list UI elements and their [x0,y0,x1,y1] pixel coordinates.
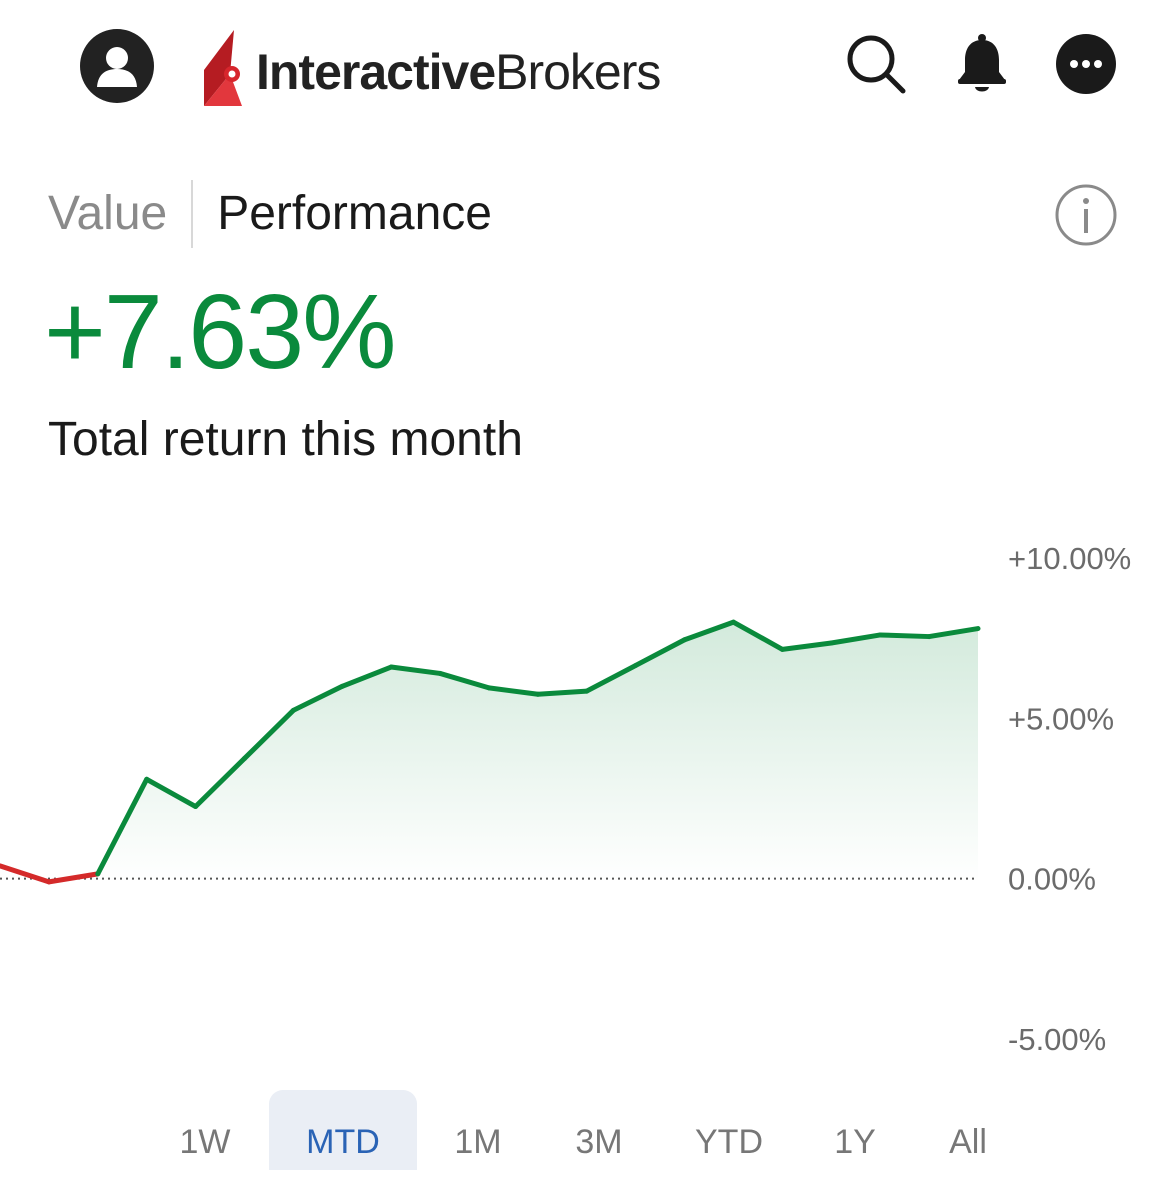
chart-y-tick-label: 0.00% [1008,862,1096,897]
range-1m[interactable]: 1M [425,1090,531,1170]
chart-area-fill [0,622,978,882]
bell-icon[interactable] [950,32,1014,96]
brand-logo-mark [198,30,246,106]
range-3m[interactable]: 3M [546,1090,652,1170]
chart-y-tick-label: +5.00% [1008,701,1114,736]
search-icon[interactable] [844,32,908,96]
chart-line-segment [538,691,587,694]
brand-name-light: Brokers [495,44,660,100]
range-1y[interactable]: 1Y [802,1090,908,1170]
range-mtd[interactable]: MTD [269,1090,417,1170]
chart-y-tick-label: -5.00% [1008,1022,1106,1057]
info-icon[interactable] [1054,183,1118,247]
brand-logo: InteractiveBrokers [198,28,660,108]
performance-chart-svg: +10.00% +5.00% 0.00% -5.00% [0,520,1170,1080]
performance-chart[interactable]: +10.00% +5.00% 0.00% -5.00% [0,520,1170,1080]
view-tabs: Value Performance [48,178,492,250]
app-header: InteractiveBrokers [0,0,1170,140]
chart-y-tick-label: +10.00% [1008,541,1131,576]
brand-wordmark: InteractiveBrokers [256,47,660,97]
range-1w[interactable]: 1W [150,1090,260,1170]
range-ytd[interactable]: YTD [673,1090,785,1170]
tab-performance[interactable]: Performance [193,178,492,250]
range-all[interactable]: All [915,1090,1021,1170]
user-avatar-icon[interactable] [78,27,156,105]
more-icon[interactable] [1054,32,1118,96]
chart-line-segment [880,635,929,637]
total-return-caption: Total return this month [48,410,523,470]
tab-value[interactable]: Value [48,178,191,250]
total-return-value: +7.63% [44,272,394,392]
brand-name-bold: Interactive [256,44,495,100]
range-selector: 1W MTD 1M 3M YTD 1Y All [0,1090,1170,1160]
